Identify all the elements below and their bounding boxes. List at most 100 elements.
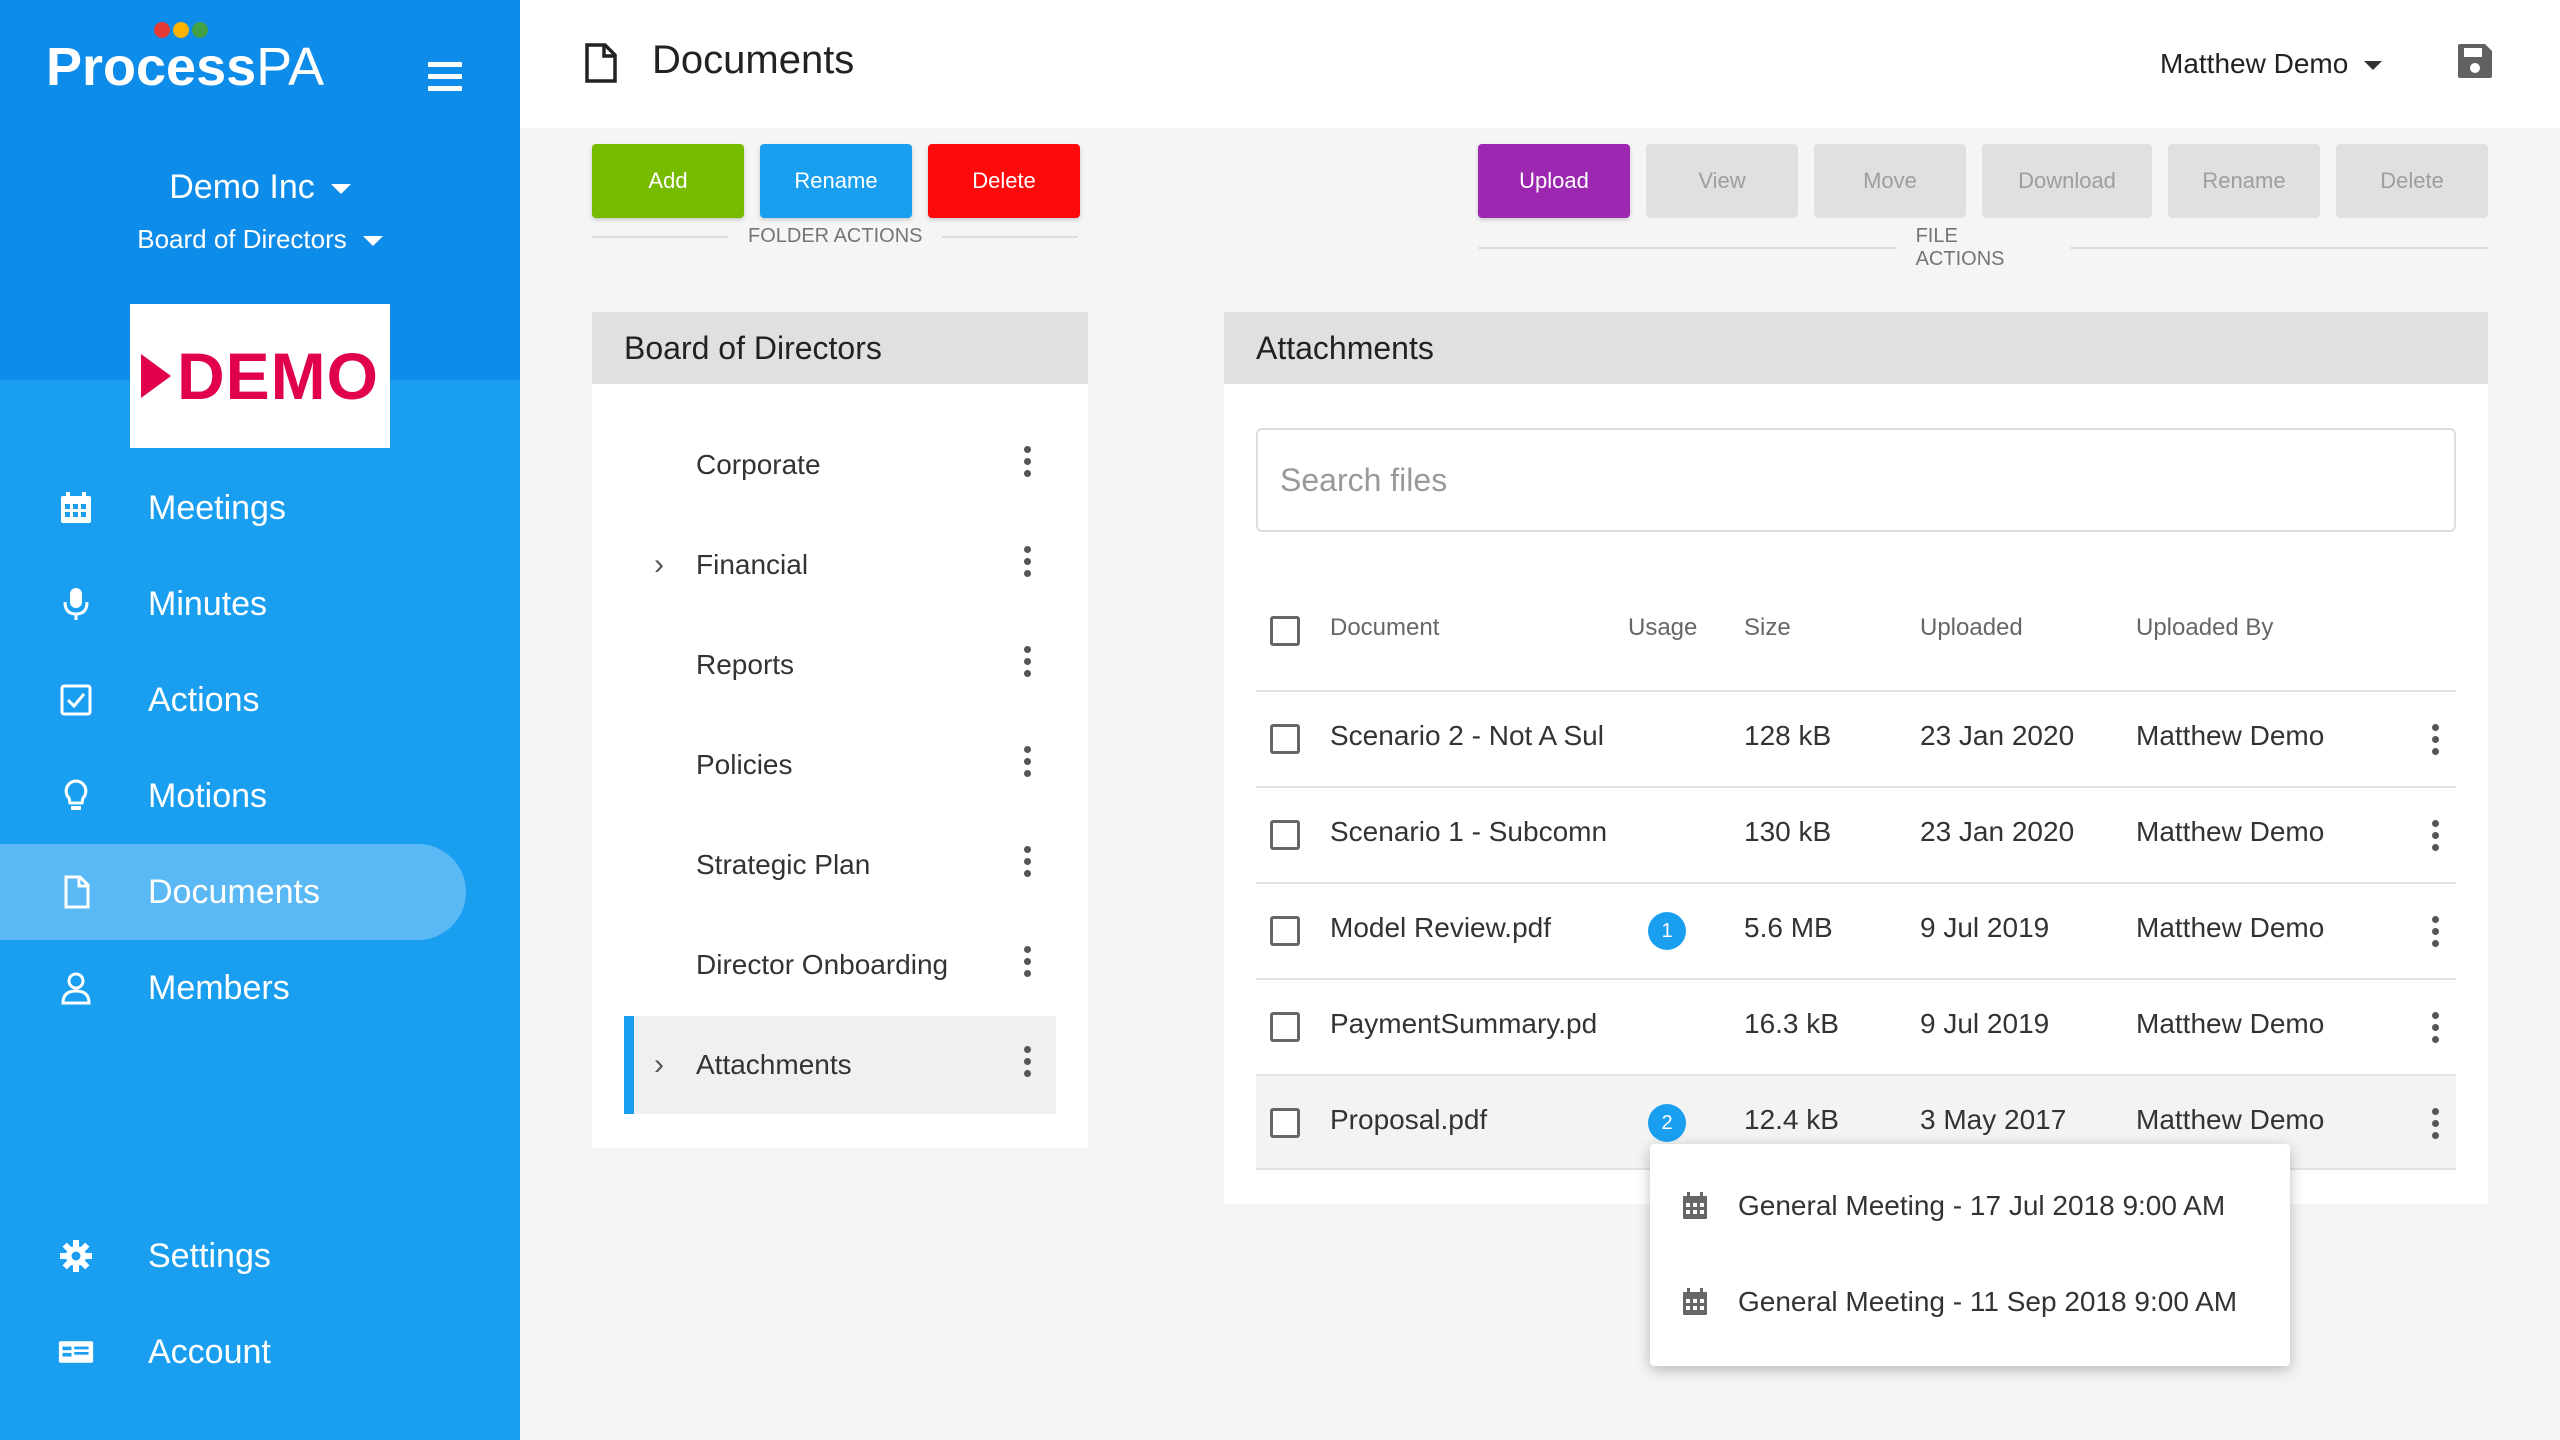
folder-item-reports[interactable]: Reports — [624, 616, 1056, 714]
folder-item-director-onboarding[interactable]: Director Onboarding — [624, 916, 1056, 1014]
calendar-icon — [1683, 1288, 1707, 1315]
delete-file-button[interactable]: Delete — [2336, 144, 2488, 218]
folder-item-policies[interactable]: Policies — [624, 716, 1056, 814]
folder-item-corporate[interactable]: Corporate — [624, 416, 1056, 514]
more-vert-icon[interactable] — [1024, 446, 1032, 482]
calendar-icon — [1683, 1192, 1707, 1219]
more-vert-icon[interactable] — [1024, 646, 1032, 682]
nav-label: Documents — [148, 872, 320, 911]
nav-item-minutes[interactable]: Minutes — [0, 556, 466, 652]
user-name: Matthew Demo — [2160, 48, 2349, 79]
more-vert-icon[interactable] — [2432, 820, 2440, 856]
download-button[interactable]: Download — [1982, 144, 2152, 218]
board-selector[interactable]: Board of Directors — [0, 224, 520, 255]
checkbox-icon — [60, 684, 92, 716]
menu-icon[interactable] — [428, 62, 462, 98]
nav-item-account[interactable]: Account — [0, 1304, 466, 1400]
folder-name: Strategic Plan — [696, 849, 871, 880]
uploaded-date: 9 Jul 2019 — [1920, 1008, 2050, 1039]
view-button[interactable]: View — [1646, 144, 1798, 218]
document-name[interactable]: PaymentSummary.pd — [1330, 1008, 1614, 1040]
document-name[interactable]: Scenario 2 - Not A Sul — [1330, 720, 1614, 752]
usage-popup: General Meeting - 17 Jul 2018 9:00 AM Ge… — [1650, 1144, 2290, 1366]
select-all-checkbox[interactable] — [1270, 616, 1300, 646]
user-menu[interactable]: Matthew Demo — [2160, 48, 2383, 80]
table-row[interactable]: Model Review.pdf 1 5.6 MB 9 Jul 2019 Mat… — [1256, 882, 2456, 978]
nav-label: Account — [148, 1332, 271, 1371]
column-header-size[interactable]: Size — [1744, 614, 1791, 642]
row-checkbox[interactable] — [1270, 1108, 1300, 1138]
table-row[interactable]: Scenario 1 - Subcomn 130 kB 23 Jan 2020 … — [1256, 786, 2456, 882]
column-header-usage[interactable]: Usage — [1628, 614, 1697, 642]
row-checkbox[interactable] — [1270, 724, 1300, 754]
uploaded-date: 23 Jan 2020 — [1920, 816, 2075, 847]
delete-folder-button[interactable]: Delete — [928, 144, 1080, 218]
app-logo[interactable]: ProcessPA — [46, 22, 324, 98]
table-row[interactable]: Scenario 2 - Not A Sul 128 kB 23 Jan 202… — [1256, 690, 2456, 786]
nav-label: Motions — [148, 776, 268, 815]
document-icon — [585, 43, 617, 83]
usage-badge[interactable]: 1 — [1648, 912, 1686, 950]
folder-item-financial[interactable]: › Financial — [624, 516, 1056, 614]
move-button[interactable]: Move — [1814, 144, 1966, 218]
more-vert-icon[interactable] — [1024, 946, 1032, 982]
uploaded-by: Matthew Demo — [2136, 912, 2325, 943]
chevron-right-icon[interactable]: › — [654, 548, 664, 582]
nav-label: Meetings — [148, 488, 286, 527]
uploaded-by: Matthew Demo — [2136, 720, 2325, 751]
more-vert-icon[interactable] — [2432, 1012, 2440, 1048]
board-name: Board of Directors — [137, 224, 347, 254]
document-name[interactable]: Scenario 1 - Subcomn — [1330, 816, 1614, 848]
lightbulb-icon — [64, 779, 88, 810]
folder-item-strategic-plan[interactable]: Strategic Plan — [624, 816, 1056, 914]
usage-item-meeting[interactable]: General Meeting - 11 Sep 2018 9:00 AM — [1650, 1254, 2290, 1350]
more-vert-icon[interactable] — [2432, 1108, 2440, 1144]
column-header-document[interactable]: Document — [1330, 614, 1439, 642]
person-icon — [61, 972, 91, 1005]
table-row[interactable]: PaymentSummary.pd 16.3 kB 9 Jul 2019 Mat… — [1256, 978, 2456, 1074]
usage-item-meeting[interactable]: General Meeting - 17 Jul 2018 9:00 AM — [1650, 1158, 2290, 1254]
nav-item-settings[interactable]: Settings — [0, 1208, 466, 1304]
upload-button[interactable]: Upload — [1478, 144, 1630, 218]
row-checkbox[interactable] — [1270, 1012, 1300, 1042]
nav-item-members[interactable]: Members — [0, 940, 466, 1036]
organization-logo-text: DEMO — [177, 339, 379, 413]
rename-folder-button[interactable]: Rename — [760, 144, 912, 218]
nav-item-motions[interactable]: Motions — [0, 748, 466, 844]
more-vert-icon[interactable] — [2432, 916, 2440, 952]
column-header-uploaded-by[interactable]: Uploaded By — [2136, 614, 2273, 642]
brand-main: Process — [46, 37, 257, 97]
usage-badge[interactable]: 2 — [1648, 1104, 1686, 1142]
row-checkbox[interactable] — [1270, 916, 1300, 946]
folder-name: Reports — [696, 649, 795, 680]
more-vert-icon[interactable] — [1024, 1046, 1032, 1082]
more-vert-icon[interactable] — [1024, 746, 1032, 782]
file-size: 128 kB — [1744, 720, 1832, 751]
nav-item-actions[interactable]: Actions — [0, 652, 466, 748]
more-vert-icon[interactable] — [1024, 846, 1032, 882]
document-name[interactable]: Model Review.pdf — [1330, 912, 1614, 944]
gear-icon — [60, 1240, 92, 1272]
document-name[interactable]: Proposal.pdf — [1330, 1104, 1614, 1136]
more-vert-icon[interactable] — [2432, 724, 2440, 760]
row-checkbox[interactable] — [1270, 820, 1300, 850]
nav-label: Minutes — [148, 584, 268, 623]
add-folder-button[interactable]: Add — [592, 144, 744, 218]
nav-item-meetings[interactable]: Meetings — [0, 460, 466, 556]
play-icon — [141, 354, 171, 398]
folder-actions-label: FOLDER ACTIONS — [748, 225, 923, 247]
file-size: 16.3 kB — [1744, 1008, 1839, 1039]
column-header-uploaded[interactable]: Uploaded — [1920, 614, 2023, 642]
rename-file-button[interactable]: Rename — [2168, 144, 2320, 218]
nav-item-documents[interactable]: Documents — [0, 844, 466, 940]
file-actions-label: FILE ACTIONS — [1915, 225, 2005, 270]
folder-item-attachments[interactable]: › Attachments — [624, 1016, 1056, 1114]
file-size: 5.6 MB — [1744, 912, 1833, 943]
file-actions-group: FILE ACTIONS — [1478, 225, 2488, 271]
company-selector[interactable]: Demo Inc — [0, 168, 520, 207]
chevron-right-icon[interactable]: › — [654, 1048, 664, 1082]
chevron-down-icon — [330, 184, 351, 195]
save-icon[interactable] — [2456, 42, 2494, 80]
more-vert-icon[interactable] — [1024, 546, 1032, 582]
search-input[interactable] — [1256, 428, 2456, 532]
